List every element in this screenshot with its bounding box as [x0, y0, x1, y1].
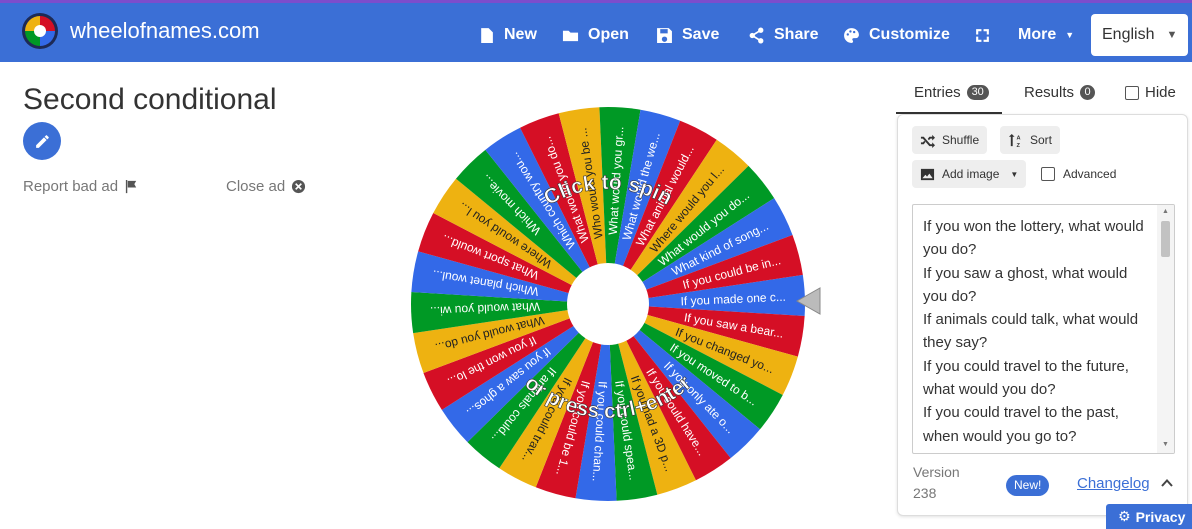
advanced-checkbox[interactable]	[1041, 167, 1055, 181]
sort-button[interactable]: AZ Sort	[1000, 126, 1061, 154]
new-button[interactable]: New	[478, 22, 537, 48]
svg-text:Z: Z	[1016, 143, 1020, 148]
fullscreen-icon	[976, 28, 989, 42]
palette-icon	[844, 27, 859, 43]
results-count-badge: 0	[1080, 85, 1096, 100]
wheel-center[interactable]	[567, 263, 649, 345]
wheel[interactable]: If you made one c... If you saw a bear...…	[408, 104, 808, 504]
privacy-label: Privacy	[1135, 508, 1186, 525]
folder-icon	[562, 30, 579, 41]
hide-checkbox[interactable]	[1125, 85, 1139, 100]
customize-label: Customize	[869, 26, 950, 43]
hide-label: Hide	[1145, 84, 1176, 101]
chevron-down-icon: ▼	[1010, 169, 1019, 179]
sort-icon: AZ	[1008, 133, 1021, 148]
share-icon	[749, 27, 764, 43]
add-image-button[interactable]: Add image ▼	[912, 160, 1027, 188]
advanced-toggle[interactable]: Advanced	[1041, 167, 1116, 181]
privacy-button[interactable]: ⚙ Privacy	[1106, 504, 1192, 529]
close-circle-icon	[292, 179, 306, 194]
chevron-down-icon: ▼	[1166, 29, 1178, 41]
shuffle-button[interactable]: Shuffle	[912, 126, 988, 154]
wheel-pointer	[796, 287, 821, 315]
image-icon	[920, 168, 935, 180]
open-label: Open	[588, 26, 629, 43]
close-ad-label: Close ad	[226, 178, 286, 195]
changelog-link[interactable]: Changelog	[1077, 475, 1150, 492]
scroll-down-icon[interactable]: ▼	[1162, 441, 1169, 448]
version-label: Version	[913, 464, 960, 480]
page-title: Second conditional	[23, 83, 277, 116]
file-icon	[481, 27, 493, 43]
new-badge: New!	[1006, 475, 1050, 496]
shuffle-label: Shuffle	[942, 133, 980, 147]
flag-icon	[125, 179, 137, 194]
entries-panel: Shuffle AZ Sort Add image ▼ Advanced If …	[897, 114, 1188, 516]
logo-icon[interactable]	[22, 13, 58, 49]
fullscreen-button[interactable]	[974, 22, 991, 48]
entries-count-badge: 30	[966, 85, 989, 100]
gear-icon: ⚙	[1118, 508, 1131, 524]
version-info: Version 238	[913, 462, 960, 504]
share-button[interactable]: Share	[748, 22, 818, 48]
shuffle-icon	[920, 134, 935, 148]
close-ad-link[interactable]: Close ad	[226, 178, 306, 195]
results-label: Results	[1024, 84, 1075, 101]
open-button[interactable]: Open	[562, 22, 629, 48]
hide-toggle[interactable]: Hide	[1125, 84, 1176, 101]
sort-label: Sort	[1030, 133, 1053, 147]
new-label: New	[504, 26, 537, 43]
more-button[interactable]: More ▼	[1018, 22, 1074, 48]
save-button[interactable]: Save	[656, 22, 719, 48]
language-select[interactable]: English ▼	[1091, 14, 1188, 56]
report-ad-label: Report bad ad	[23, 178, 119, 195]
add-image-label: Add image	[942, 167, 1000, 181]
more-label: More	[1018, 26, 1057, 43]
tab-entries[interactable]: Entries 30	[914, 84, 989, 101]
svg-text:A: A	[1016, 135, 1020, 141]
scroll-thumb[interactable]	[1161, 221, 1170, 257]
entries-textarea[interactable]: If you won the lottery, what would you d…	[912, 204, 1175, 454]
pencil-icon	[35, 134, 49, 148]
entries-text[interactable]: If you won the lottery, what would you d…	[923, 215, 1155, 453]
chevron-down-icon: ▼	[1065, 30, 1075, 40]
advanced-label: Advanced	[1063, 167, 1117, 181]
entries-label: Entries	[914, 84, 961, 101]
chevron-up-icon[interactable]	[1160, 476, 1174, 490]
tab-results[interactable]: Results 0	[1024, 84, 1096, 101]
customize-button[interactable]: Customize	[843, 22, 950, 48]
site-title[interactable]: wheelofnames.com	[70, 18, 260, 44]
language-value: English	[1102, 26, 1155, 43]
edit-title-button[interactable]	[23, 122, 61, 160]
report-ad-link[interactable]: Report bad ad	[23, 178, 139, 195]
save-icon	[657, 27, 672, 43]
save-label: Save	[682, 26, 720, 43]
share-label: Share	[774, 26, 819, 43]
entries-results-tabs: Entries 30 Results 0 Hide	[896, 78, 1188, 118]
top-bar: wheelofnames.com New Open Save Share Cus…	[0, 0, 1192, 62]
textarea-scrollbar[interactable]: ▲ ▼	[1157, 205, 1174, 453]
wheel-svg[interactable]: If you made one c...If you saw a bear...…	[408, 104, 808, 504]
version-number: 238	[913, 485, 937, 501]
scroll-up-icon[interactable]: ▲	[1162, 208, 1169, 215]
